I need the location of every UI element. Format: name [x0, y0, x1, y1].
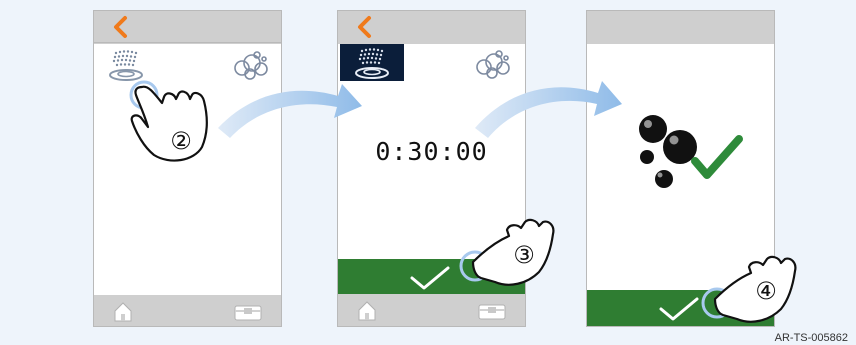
- flow-arrow-2: [475, 81, 622, 138]
- toolbox-icon[interactable]: [233, 300, 263, 322]
- step-number-3: ③: [513, 241, 535, 269]
- pointing-hand-step-4: [701, 255, 797, 323]
- pointing-hand-step-2: [129, 80, 208, 162]
- step-number-2: ②: [170, 127, 192, 155]
- screen-1-bottom-bar: [93, 295, 282, 327]
- back-arrow-icon[interactable]: [110, 15, 132, 39]
- step-number-4: ④: [755, 277, 777, 305]
- screen-1-top-bar: [93, 10, 282, 43]
- document-code: AR-TS-005862: [774, 332, 848, 344]
- home-icon[interactable]: [112, 299, 134, 323]
- flow-arrow-1: [218, 84, 362, 138]
- overlay-graphics: ② ③ ④: [129, 80, 797, 323]
- instruction-illustration: 0:30:00 ② ③ ④ AR-TS-005862: [0, 0, 856, 345]
- bottom-bar: [93, 295, 282, 327]
- pointing-hand-step-3: [459, 218, 555, 286]
